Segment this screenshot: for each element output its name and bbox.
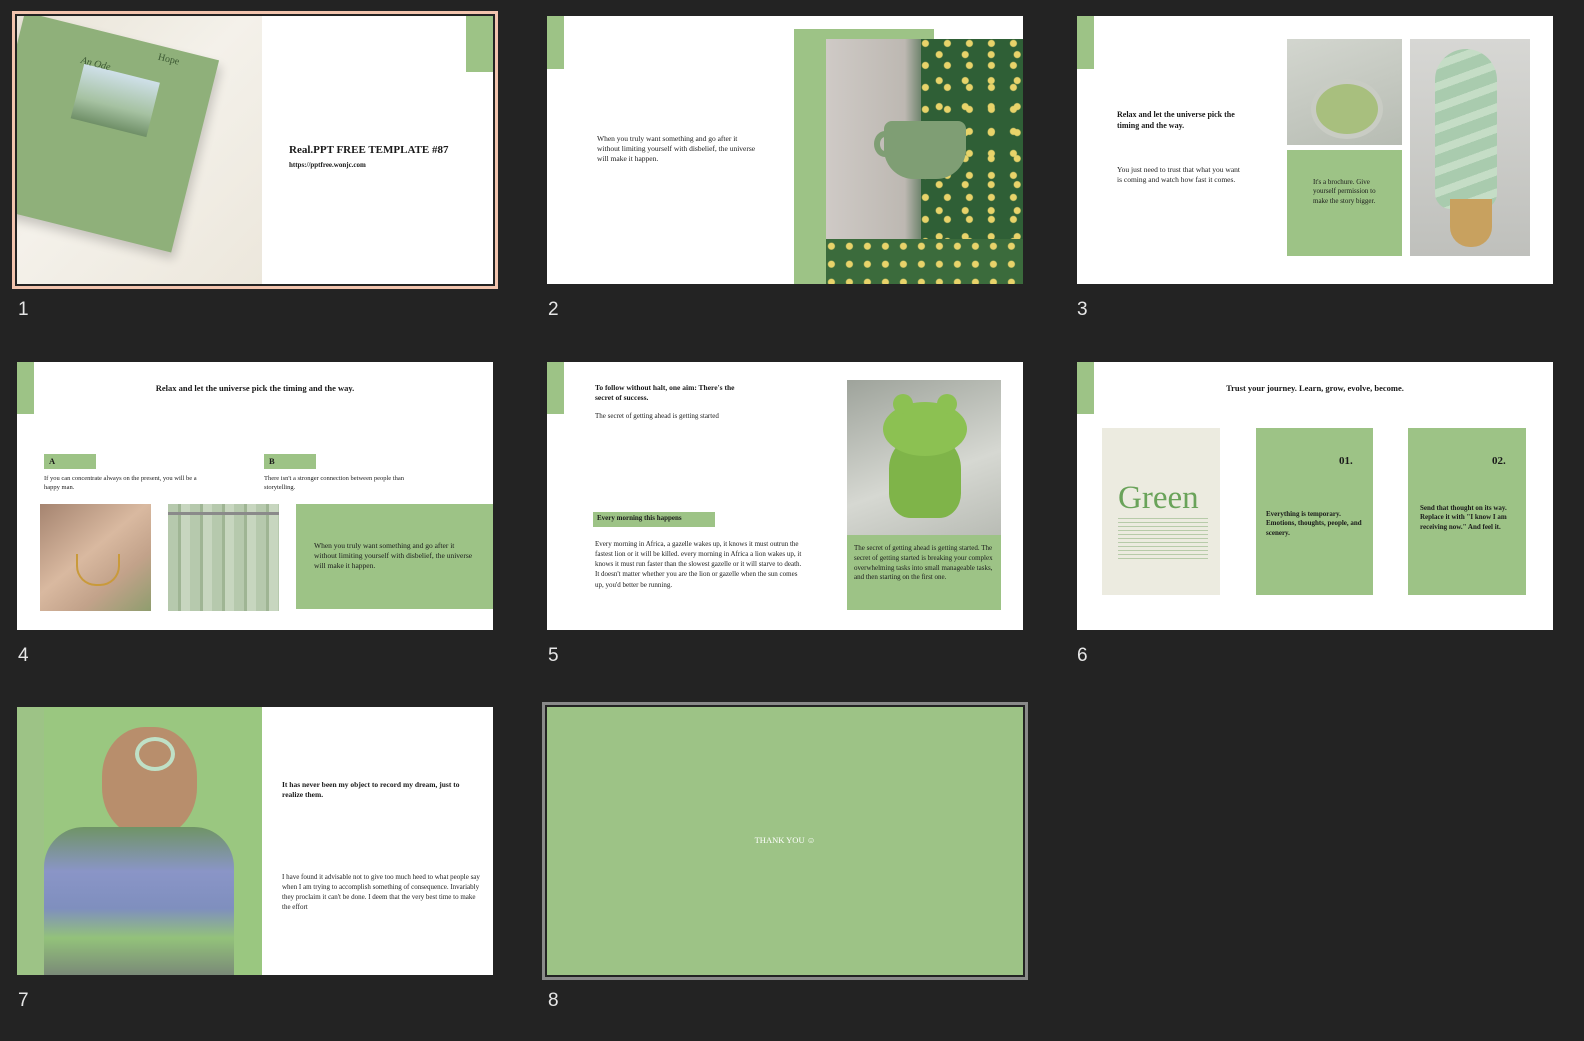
slide4-heading: Relax and let the universe pick the timi…: [155, 383, 355, 393]
slide-thumbnail-2[interactable]: When you truly want something and go aft…: [547, 16, 1023, 284]
slide-thumbnail-4[interactable]: Relax and let the universe pick the timi…: [17, 362, 493, 630]
slide6-photo-green-book: Green: [1102, 428, 1220, 595]
slide3-heading: Relax and let the universe pick the timi…: [1117, 110, 1235, 130]
slide6-card-2-text: Send that thought on its way. Replace it…: [1420, 504, 1507, 531]
slide-number-1: 1: [18, 299, 29, 320]
slide2-cup-handle: [874, 131, 896, 157]
slide6-book-text-lines: [1118, 518, 1208, 562]
slide3-accent-tab: [1077, 16, 1094, 69]
slide5-body: Every morning in Africa, a gazelle wakes…: [595, 540, 802, 589]
slide4-photo-woman-necklace: [40, 504, 151, 611]
slide5-box-text: The secret of getting ahead is getting s…: [854, 544, 993, 582]
slide4-necklace: [76, 554, 120, 586]
slide4-label-a: A: [49, 456, 56, 466]
slide5-accent-tab: [547, 362, 564, 414]
slide3-photo-soft-serve: [1410, 39, 1530, 256]
slide6-card-1-number: 01.: [1339, 455, 1353, 467]
slide-number-6: 6: [1077, 645, 1088, 666]
slide4-text-a: If you can concentrate always on the pre…: [44, 475, 197, 491]
slide6-card-2-number: 02.: [1492, 455, 1506, 467]
slide1-envelope: Hope An Ode: [17, 16, 220, 253]
slide3-box-text: It's a brochure. Give yourself permissio…: [1313, 178, 1376, 205]
slide4-rack-bar: [168, 512, 279, 515]
slide-thumbnail-7[interactable]: It has never been my object to record my…: [17, 707, 493, 975]
slide-thumbnail-1[interactable]: Hope An Ode Real.PPT FREE TEMPLATE #87 h…: [12, 11, 498, 289]
slide1-title: Real.PPT FREE TEMPLATE #87: [289, 144, 449, 156]
slide5-heading: To follow without halt, one aim: There's…: [595, 383, 735, 403]
slide1-book-title: Hope: [156, 51, 181, 68]
slide6-heading: Trust your journey. Learn, grow, evolve,…: [1226, 383, 1404, 393]
slide-thumbnail-5[interactable]: To follow without halt, one aim: There's…: [547, 362, 1023, 630]
slide6-book-word: Green: [1118, 480, 1199, 516]
slide3-body: You just need to trust that what you wan…: [1117, 165, 1240, 185]
slide8-thank-you-text: THANK YOU ☺: [754, 835, 816, 845]
slide7-photo-hair-clip-sweater: [17, 707, 262, 975]
slide2-accent-tab: [547, 16, 564, 69]
slide2-body: When you truly want something and go aft…: [597, 134, 756, 164]
slide-number-5: 5: [548, 645, 559, 666]
slide2-floral-skirt: [826, 239, 1023, 284]
slide-number-2: 2: [548, 299, 559, 320]
slide1-photo-green-envelope: Hope An Ode: [17, 16, 262, 284]
slide2-photo-woman-green-cup: [826, 39, 1023, 284]
slide7-heading: It has never been my object to record my…: [282, 780, 460, 800]
slide7-sweater: [44, 827, 234, 975]
slide6-card-1-text: Everything is temporary. Emotions, thoug…: [1266, 510, 1362, 537]
slide2-green-cup: [884, 121, 966, 179]
slide-number-4: 4: [18, 645, 29, 666]
slide-number-3: 3: [1077, 299, 1088, 320]
slide7-hair-clip: [135, 737, 175, 771]
slide1-url: https://pptfree.wonjc.com: [289, 161, 366, 169]
slide-thumbnail-8[interactable]: THANK YOU ☺: [542, 702, 1028, 980]
slide5-frog-eye-left: [893, 394, 913, 414]
slide-number-8: 8: [548, 990, 559, 1011]
slide4-text-b: There isn't a stronger connection betwee…: [264, 475, 404, 491]
slide1-envelope-label-image: [70, 63, 160, 138]
slide5-photo-frog-plush: [847, 380, 1001, 535]
slide-thumbnail-6[interactable]: Trust your journey. Learn, grow, evolve,…: [1077, 362, 1553, 630]
slide4-box-text: When you truly want something and go aft…: [314, 541, 473, 571]
slide-number-7: 7: [18, 990, 29, 1011]
slide3-ice-cream-swirl: [1435, 49, 1497, 209]
slide7-body: I have found it advisable not to give to…: [282, 873, 480, 912]
slide3-ice-cream-cone: [1450, 199, 1492, 247]
slide3-photo-matcha-latte: [1287, 39, 1402, 145]
slide5-frog-eye-right: [937, 394, 957, 414]
slide4-label-b: B: [269, 456, 275, 466]
slide1-accent-tab: [466, 16, 493, 72]
slide3-cup: [1311, 79, 1383, 139]
slide7-green-strip: [17, 707, 44, 975]
slide-thumbnail-3[interactable]: Relax and let the universe pick the timi…: [1077, 16, 1553, 284]
slide4-photo-clothes-rack: [168, 504, 279, 611]
slide5-label: Every morning this happens: [597, 514, 682, 522]
slide5-subheading: The secret of getting ahead is getting s…: [595, 412, 719, 420]
